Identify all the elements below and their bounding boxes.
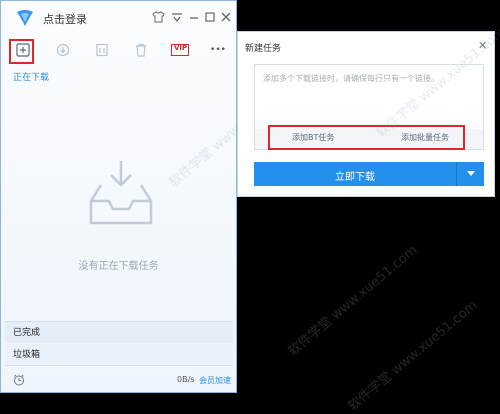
watermark: 软件学堂 www.xue51.com [285,242,421,360]
close-icon[interactable] [219,10,233,24]
login-link[interactable]: 点击登录 [43,11,87,27]
dialog-close-icon[interactable]: ✕ [478,39,487,52]
minimize-icon[interactable] [187,10,201,24]
chevron-down-icon[interactable] [467,171,475,176]
title-bar: 点击登录 [1,1,236,35]
pause-icon [96,43,108,57]
task-toolbar: VIP ••• [1,37,236,63]
download-now-button[interactable]: 立即下载 [254,162,484,186]
sidebar-item-completed[interactable]: 已完成 [5,321,233,343]
tab-downloading[interactable]: 正在下载 [13,70,49,83]
app-logo-icon [17,10,33,26]
more-icon[interactable]: ••• [209,41,227,59]
add-bt-task-link[interactable]: 添加BT任务 [292,132,334,143]
pause-button[interactable] [93,41,111,59]
vip-button[interactable]: VIP [171,41,189,59]
add-batch-task-link[interactable]: 添加批量任务 [401,132,449,143]
add-task-highlight [9,39,34,64]
delete-icon [136,43,146,57]
sidebar-item-label: 垃圾箱 [13,350,41,360]
vip-accelerate-link[interactable]: 会员加速 [199,375,231,386]
start-button[interactable] [54,41,72,59]
speed-readout: 0B/s [177,375,195,384]
vip-badge-label: VIP [174,44,188,52]
menu-icon[interactable] [170,10,184,24]
alarm-clock-icon[interactable] [13,374,25,386]
maximize-icon[interactable] [203,10,217,24]
url-placeholder: 添加多个下载链接时，请确保每行只有一个链接。 [263,74,439,83]
download-now-label: 立即下载 [335,172,375,183]
button-divider [456,162,457,186]
empty-message: 没有正在下载任务 [78,261,159,272]
empty-tray-icon [89,161,153,225]
watermark: 软件学堂 www.xue51.com [345,297,481,414]
skin-icon[interactable] [151,10,165,24]
new-task-dialog: 新建任务 ✕ 添加多个下载链接时，请确保每行只有一个链接。 添加BT任务 添加批… [237,25,500,197]
delete-button[interactable] [132,41,150,59]
status-bar: 0B/s 会员加速 [1,369,236,391]
sidebar-item-label: 已完成 [13,328,41,338]
dialog-title: 新建任务 [245,44,282,54]
sidebar-item-trash[interactable]: 垃圾箱 [5,344,233,366]
downloader-main-window: 点击登录 VIP ••• 正在下载 没有正在下载任务 已完成 垃圾箱 0B/s … [0,0,301,393]
start-icon [56,43,70,57]
